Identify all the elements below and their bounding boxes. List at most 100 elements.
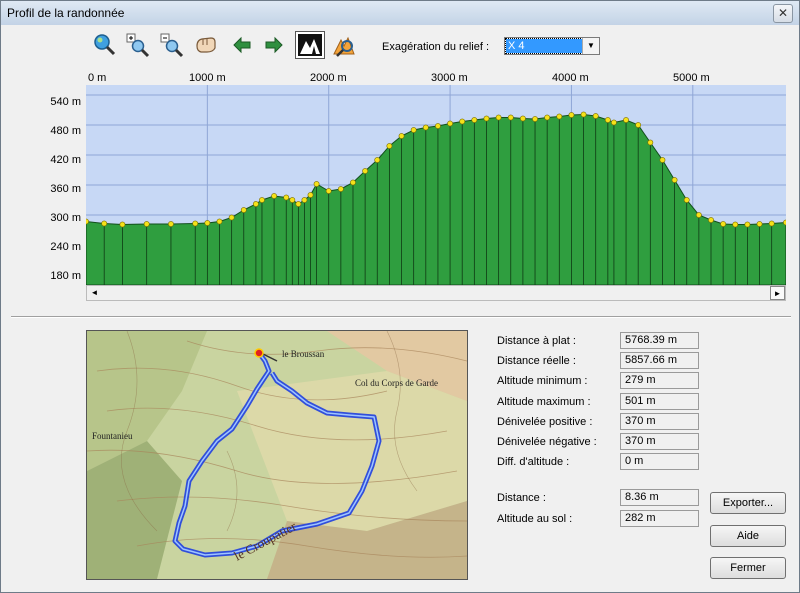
elevation-point (519, 115, 526, 122)
scroll-right-icon[interactable]: ► (770, 286, 785, 300)
elevation-point (695, 212, 702, 218)
elevation-point (604, 117, 611, 123)
relief-selected-value: X 4 (505, 38, 587, 54)
elevation-point (635, 122, 642, 128)
next-button[interactable] (261, 32, 287, 58)
x-tick-label: 1000 m (189, 72, 226, 84)
profile-tool-button[interactable] (331, 32, 357, 58)
arrow-left-icon (233, 36, 251, 54)
elevation-point (295, 201, 302, 207)
stat-value: 5857.66 m (620, 352, 699, 369)
elevation-point (592, 113, 599, 119)
y-tick-label: 540 m (50, 96, 81, 108)
zoom-out-button[interactable] (159, 32, 185, 58)
elevation-point (192, 220, 199, 227)
route-map[interactable]: le Broussan Col du Corps de Garde Founta… (86, 330, 468, 580)
profile-tool-icon (333, 36, 355, 57)
elevation-point (325, 188, 332, 194)
elevation-point (350, 179, 356, 186)
scroll-left-icon[interactable]: ◄ (87, 286, 102, 300)
cursor-altitude-label: Altitude au sol : (497, 513, 573, 525)
elevation-point (483, 115, 490, 122)
close-button[interactable]: Fermer (710, 557, 786, 579)
zoom-fit-button[interactable] (91, 32, 117, 58)
cursor-distance-label: Distance : (497, 492, 546, 504)
elevation-point (556, 113, 563, 120)
elevation-point (410, 127, 417, 133)
pan-hand-icon (196, 37, 216, 53)
stat-value: 370 m (620, 413, 699, 430)
elevation-point (659, 157, 666, 163)
window-title: Profil de la randonnée (7, 6, 125, 20)
stat-label: Dénivelée positive : (497, 416, 593, 428)
x-tick-label: 5000 m (673, 72, 710, 84)
elevation-point (119, 221, 126, 228)
elevation-point (271, 193, 278, 199)
elevation-point (671, 177, 678, 183)
x-tick-label: 4000 m (552, 72, 589, 84)
elevation-point (544, 114, 551, 121)
elevation-point (708, 217, 714, 223)
elevation-point (283, 194, 290, 201)
x-tick-label: 3000 m (431, 72, 468, 84)
stat-value: 0 m (620, 453, 699, 470)
close-window-button[interactable]: ✕ (773, 4, 793, 23)
elevation-point (228, 214, 235, 221)
elevation-point (435, 123, 441, 129)
elevation-point (623, 117, 629, 123)
relief-exaggeration-select[interactable]: X 4 ▼ (504, 37, 600, 55)
elevation-point (471, 117, 478, 123)
y-tick-label: 180 m (50, 270, 81, 282)
elevation-point (507, 114, 514, 121)
elevation-point (374, 157, 381, 163)
elevation-point (253, 201, 259, 207)
stat-value: 501 m (620, 393, 699, 410)
elevation-point (143, 221, 150, 227)
elevation-point (720, 221, 727, 227)
divider (11, 316, 791, 318)
title-bar[interactable]: Profil de la randonnée ✕ (1, 1, 799, 25)
profile-window: Profil de la randonnée ✕ Exagération du … (0, 0, 800, 593)
y-tick-label: 480 m (50, 125, 81, 137)
cursor-distance-value: 8.36 m (620, 489, 699, 506)
map-label: Fountanieu (92, 431, 133, 441)
y-tick-label: 300 m (50, 212, 81, 224)
x-tick-label: 0 m (88, 72, 107, 84)
elevation-point (289, 197, 296, 203)
elevation-profile-chart[interactable] (86, 85, 786, 285)
stat-label: Distance à plat : (497, 335, 576, 347)
chart-horizontal-scrollbar[interactable]: ◄ ► (86, 285, 786, 301)
export-button[interactable]: Exporter... (710, 492, 786, 514)
previous-button[interactable] (229, 32, 255, 58)
zoom-in-button[interactable] (125, 32, 151, 58)
stat-label: Altitude maximum : (497, 396, 591, 408)
pan-button[interactable] (193, 32, 219, 58)
elevation-point (313, 181, 320, 187)
relief-mode-icon (298, 34, 322, 56)
stat-label: Distance réelle : (497, 355, 576, 367)
elevation-point (647, 139, 654, 146)
elevation-point (732, 221, 739, 228)
y-tick-label: 240 m (50, 241, 81, 253)
elevation-point (447, 120, 453, 127)
elevation-point (422, 124, 429, 131)
elevation-point (86, 218, 89, 225)
elevation-point (459, 118, 466, 125)
stat-value: 370 m (620, 433, 699, 450)
elevation-point (337, 186, 344, 192)
x-tick-label: 2000 m (310, 72, 347, 84)
elevation-point (744, 221, 751, 228)
relief-mode-button[interactable] (295, 31, 325, 59)
elevation-point (611, 119, 617, 126)
map-label: Col du Corps de Garde (355, 378, 438, 388)
stat-label: Diff. d'altitude : (497, 456, 570, 468)
elevation-point (568, 112, 575, 118)
stat-value: 5768.39 m (620, 332, 699, 349)
arrow-right-icon (265, 36, 283, 54)
elevation-point (783, 219, 786, 226)
elevation-point (532, 116, 538, 122)
chevron-down-icon[interactable]: ▼ (582, 38, 599, 54)
help-button[interactable]: Aide (710, 525, 786, 547)
elevation-point (240, 207, 247, 213)
elevation-point (580, 111, 587, 118)
